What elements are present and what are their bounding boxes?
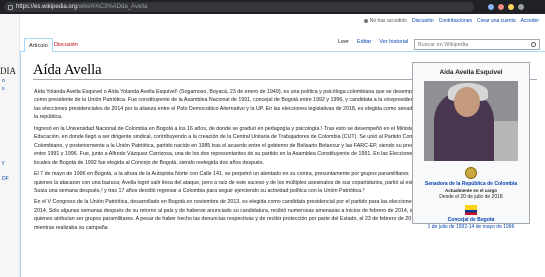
office-council-dates: 1 de julio de 1992-14 de mayo de 1996 xyxy=(413,224,529,230)
article-body: Aída Yolanda Avella Esquivel o Aída Yola… xyxy=(34,88,428,235)
infobox-title: Aída Avella Esquivel xyxy=(439,69,503,76)
extension-icon[interactable] xyxy=(498,4,504,10)
sidebar-link[interactable]: DF xyxy=(2,176,9,182)
sidebar-link[interactable]: y xyxy=(2,160,5,166)
url-host: https://es.wikipedia.org xyxy=(16,4,78,10)
extension-icon[interactable] xyxy=(488,4,494,10)
office-senate[interactable]: Senadora de la República de Colombia xyxy=(413,181,529,187)
office-council-dates-link[interactable]: 1 de julio de 1992-14 de mayo de 1996 xyxy=(428,224,515,230)
contributions-link[interactable]: Contribuciones xyxy=(439,18,472,24)
url-path: /wiki/A%C3%ADda_Avella xyxy=(77,4,148,10)
sidebar-link[interactable]: s xyxy=(2,86,5,92)
personal-tools: No has accedido Discusión Contribuciones… xyxy=(0,14,545,28)
address-bar[interactable]: https://es.wikipedia.org/wiki/A%C3%ADda_… xyxy=(4,2,474,12)
sidebar-link[interactable]: o xyxy=(2,78,5,84)
senate-seal-icon xyxy=(465,167,477,179)
extensions-area xyxy=(488,4,524,10)
browser-toolbar: https://es.wikipedia.org/wiki/A%C3%ADda_… xyxy=(0,0,545,14)
sidebar: DIA o s y DF xyxy=(0,14,20,277)
menu-icon[interactable] xyxy=(518,4,524,10)
article-paragraph: El 7 de mayo de 1996 en Bogotá, a la alt… xyxy=(34,171,425,194)
wikipedia-logo[interactable]: DIA xyxy=(0,66,16,76)
office-status: Actualmente en el cargo xyxy=(444,188,498,193)
extension-icon[interactable] xyxy=(508,4,514,10)
user-icon xyxy=(363,19,368,23)
bogota-flag-icon xyxy=(465,205,477,215)
tab-history[interactable]: Ver historial xyxy=(379,39,408,45)
tab-discussion[interactable]: Discusión xyxy=(50,38,82,52)
article-paragraph: Ingresó en la Universidad Nacional de Co… xyxy=(34,125,428,166)
search-input[interactable]: Buscar en Wikipedia xyxy=(414,39,540,50)
infobox: Aída Avella Esquivel Senadora de la Repú… xyxy=(412,62,530,230)
create-account-link[interactable]: Crear una cuenta xyxy=(477,18,516,24)
article-paragraph: En el V Congreso de la Unión Patriótica,… xyxy=(34,199,422,231)
not-logged-label: No has accedido xyxy=(369,18,407,24)
not-logged-in: No has accedido xyxy=(363,18,407,24)
login-link[interactable]: Acceder xyxy=(521,18,539,24)
tab-edit[interactable]: Editar xyxy=(357,39,371,45)
office-council[interactable]: Concejal de Bogotá xyxy=(413,217,529,223)
search-icon[interactable] xyxy=(531,42,536,47)
tab-article[interactable]: Artículo xyxy=(24,38,53,53)
search-placeholder: Buscar en Wikipedia xyxy=(418,41,469,48)
portrait-photo[interactable] xyxy=(424,81,518,161)
talk-link[interactable]: Discusión xyxy=(412,18,434,24)
page-actions: Leer Editar Ver historial xyxy=(338,39,408,45)
office-since: Desde el 20 de julio de 2018 xyxy=(439,194,503,200)
lock-icon xyxy=(8,4,13,10)
tab-read[interactable]: Leer xyxy=(338,39,349,45)
article-paragraph: Aída Yolanda Avella Esquivel o Aída Yola… xyxy=(34,89,428,121)
